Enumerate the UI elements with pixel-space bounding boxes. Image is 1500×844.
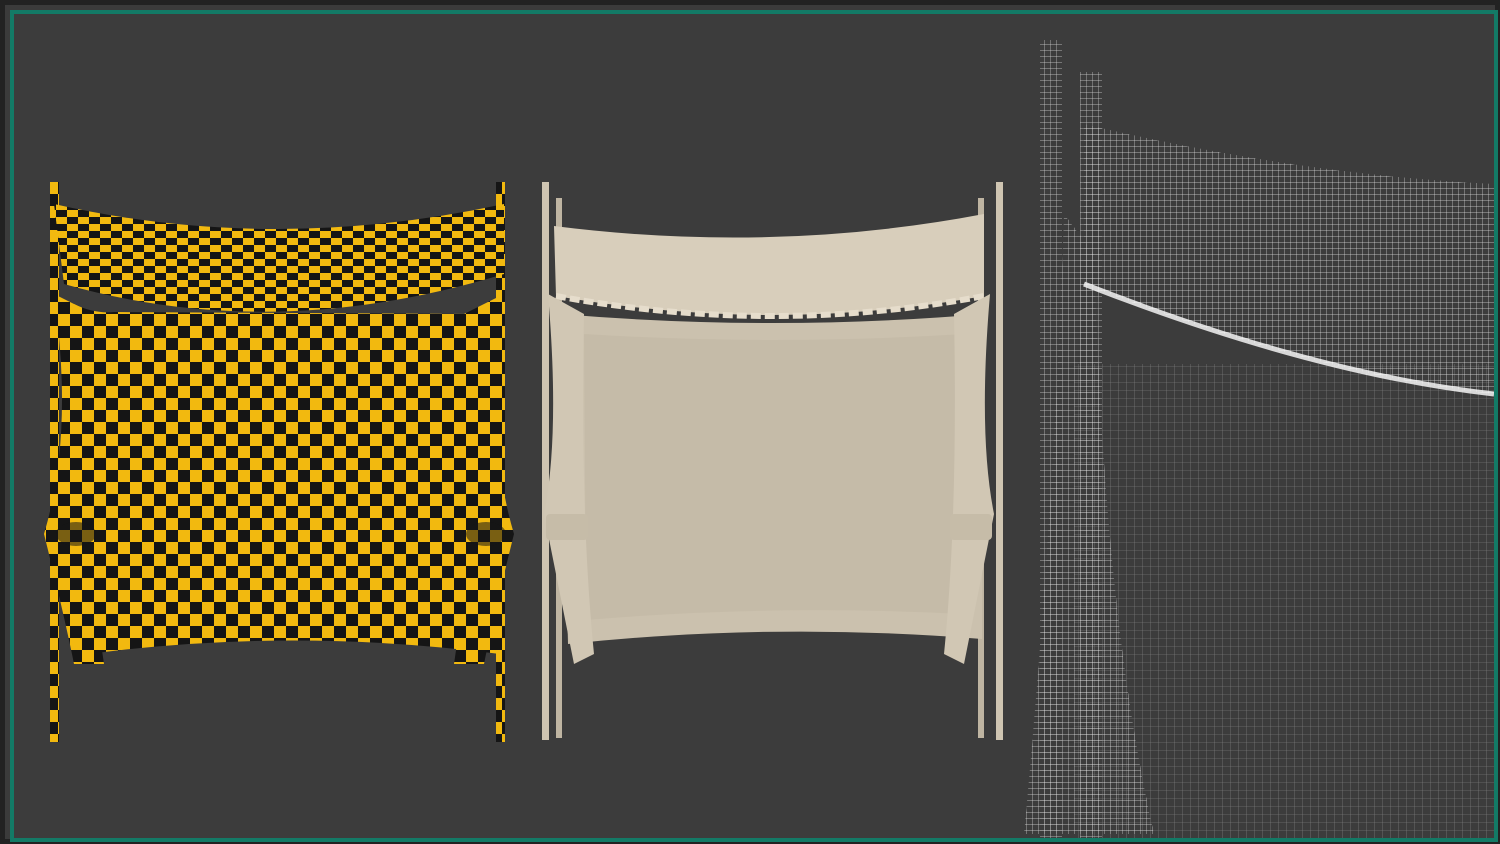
right-tieback: [950, 514, 992, 540]
left-tieback: [56, 522, 96, 546]
canopy-top: [54, 204, 504, 312]
clay-canopy-render: [524, 14, 1004, 838]
clay-canopy-svg: [542, 182, 1003, 740]
wireframe-closeup-render: [1014, 14, 1494, 838]
left-tieback: [546, 514, 588, 540]
back-drape: [74, 304, 504, 656]
checker-canopy-svg: [44, 182, 514, 742]
canopy-top: [554, 214, 984, 315]
right-tieback: [466, 522, 506, 546]
checker-canopy-render: [34, 14, 534, 838]
left-post: [542, 182, 549, 740]
wireframe-svg: [1024, 40, 1494, 838]
back-drape-shade: [584, 334, 964, 620]
render-canvas: [10, 10, 1498, 842]
image-frame: [0, 0, 1500, 844]
right-post: [996, 182, 1003, 740]
left-post: [50, 182, 59, 742]
